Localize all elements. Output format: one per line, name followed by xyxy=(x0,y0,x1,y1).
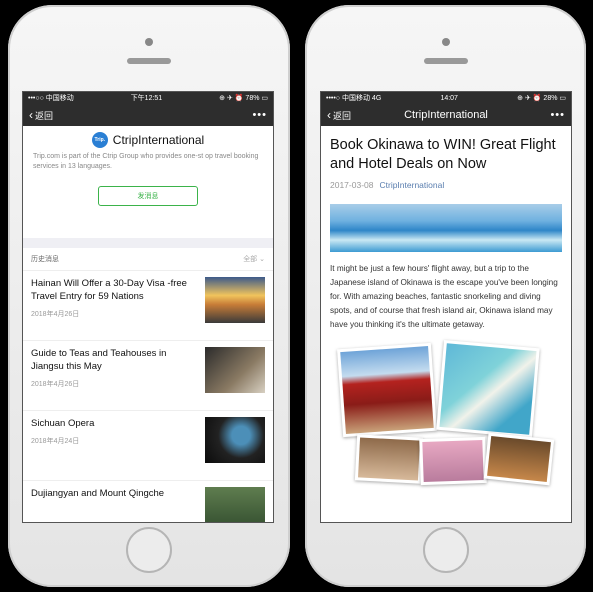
camera-dot xyxy=(441,38,450,46)
status-time: 下午12:51 xyxy=(130,95,163,102)
right-panel: ••••○ 中国移动 4G 14:07 ⊕ ✈ ⏰ 28% ▭ ‹ 返回 Ctr… xyxy=(297,0,593,592)
article-title: Hainan Will Offer a 30-Day Visa -free Tr… xyxy=(31,278,187,302)
history-label: 历史消息 xyxy=(31,256,59,263)
photo-beach xyxy=(436,339,540,439)
camera-dot xyxy=(145,38,153,46)
trip-logo: Trip. xyxy=(91,132,108,148)
article-title: Guide to Teas and Teahouses in Jiangsu t… xyxy=(31,348,167,372)
speaker-grille xyxy=(127,58,171,64)
status-time: 14:07 xyxy=(440,94,458,102)
home-button[interactable] xyxy=(422,527,469,573)
account-name: CtripInternational xyxy=(112,133,205,147)
banner-image xyxy=(330,204,562,252)
history-header: 历史消息 全部 ⌄ xyxy=(23,248,273,271)
photo-small xyxy=(483,432,555,486)
back-button[interactable]: ‹ 返回 xyxy=(327,108,351,122)
article-title: Dujiangyan and Mount Qingche xyxy=(31,488,165,499)
status-bar: •••○○ 中国移动 下午12:51 ⊕ ✈ ⏰ 78% ▭ xyxy=(23,92,273,104)
article-date: 2018年4月26日 xyxy=(31,381,80,388)
speaker-grille xyxy=(423,58,468,64)
home-button[interactable] xyxy=(126,527,172,573)
back-button[interactable]: ‹ 返回 xyxy=(29,108,53,122)
carrier: •••○○ 中国移动 xyxy=(28,95,74,102)
list-item[interactable]: Hainan Will Offer a 30-Day Visa -free Tr… xyxy=(23,271,273,341)
account-profile: Trip. CtripInternational Trip.com is par… xyxy=(23,126,273,238)
screen-left: •••○○ 中国移动 下午12:51 ⊕ ✈ ⏰ 78% ▭ ‹ 返回 ••• … xyxy=(22,91,274,523)
left-panel: •••○○ 中国移动 下午12:51 ⊕ ✈ ⏰ 78% ▭ ‹ 返回 ••• … xyxy=(0,0,297,592)
nav-bar: ‹ 返回 ••• xyxy=(23,104,273,126)
back-label: 返回 xyxy=(333,110,352,121)
article-thumbnail xyxy=(205,277,265,323)
photo-small xyxy=(419,436,487,486)
back-label: 返回 xyxy=(35,110,54,121)
photo-castle xyxy=(337,342,437,438)
list-item[interactable]: Sichuan Opera 2018年4月24日 xyxy=(23,411,273,481)
screen-right: ••••○ 中国移动 4G 14:07 ⊕ ✈ ⏰ 28% ▭ ‹ 返回 Ctr… xyxy=(320,91,572,523)
account-link[interactable]: CtripInternational xyxy=(379,180,444,190)
history-all-dropdown[interactable]: 全部 ⌄ xyxy=(243,254,265,264)
carrier: ••••○ 中国移动 4G xyxy=(326,95,382,102)
article-body: Book Okinawa to WIN! Great Flight and Ho… xyxy=(321,126,571,486)
phone-frame-left: •••○○ 中国移动 下午12:51 ⊕ ✈ ⏰ 78% ▭ ‹ 返回 ••• … xyxy=(8,5,290,587)
article-title: Sichuan Opera xyxy=(31,418,95,429)
article-paragraph: It might be just a few hours' flight awa… xyxy=(330,264,558,329)
section-gap xyxy=(23,238,273,248)
article-meta: 2017-03-08 CtripInternational xyxy=(330,180,562,190)
status-icons: ⊕ ✈ ⏰ 78% ▭ xyxy=(219,95,268,102)
list-item[interactable]: Dujiangyan and Mount Qingche xyxy=(23,481,273,522)
article-date: 2018年4月24日 xyxy=(31,438,80,445)
send-message-button[interactable]: 发消息 xyxy=(98,186,198,206)
phone-frame-right: ••••○ 中国移动 4G 14:07 ⊕ ✈ ⏰ 28% ▭ ‹ 返回 Ctr… xyxy=(305,5,586,587)
nav-title: CtripInternational xyxy=(404,109,488,121)
status-icons: ⊕ ✈ ⏰ 28% ▭ xyxy=(517,95,566,102)
list-item[interactable]: Guide to Teas and Teahouses in Jiangsu t… xyxy=(23,341,273,411)
more-icon[interactable]: ••• xyxy=(550,109,565,121)
photo-small xyxy=(354,434,424,484)
article-date: 2018年4月26日 xyxy=(31,311,80,318)
article-headline: Book Okinawa to WIN! Great Flight and Ho… xyxy=(330,137,556,172)
article-thumbnail xyxy=(205,487,265,522)
chevron-left-icon: ‹ xyxy=(327,108,331,122)
article-thumbnail xyxy=(205,417,265,463)
status-bar: ••••○ 中国移动 4G 14:07 ⊕ ✈ ⏰ 28% ▭ xyxy=(321,92,571,104)
article-date: 2017-03-08 xyxy=(330,180,374,190)
more-icon[interactable]: ••• xyxy=(252,109,267,121)
photo-collage xyxy=(330,339,562,486)
chevron-left-icon: ‹ xyxy=(29,108,33,122)
account-description: Trip.com is part of the Ctrip Group who … xyxy=(33,153,259,170)
nav-bar: ‹ 返回 CtripInternational ••• xyxy=(321,104,571,126)
article-thumbnail xyxy=(205,347,265,393)
